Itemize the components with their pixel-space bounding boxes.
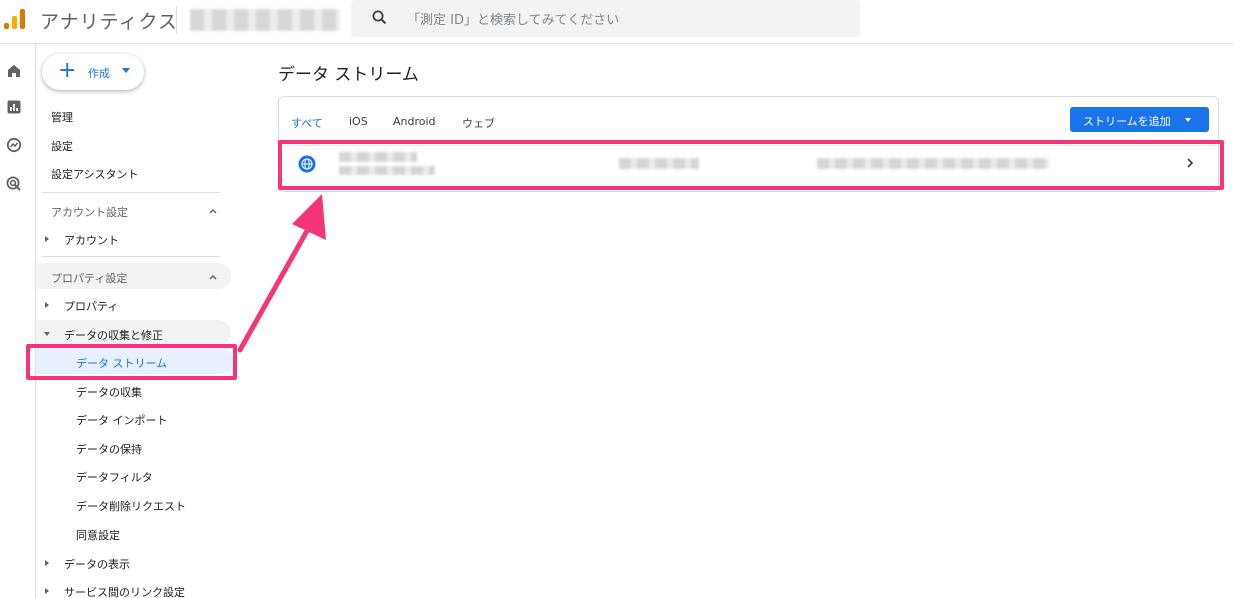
section-property-settings[interactable]: プロパティ設定 <box>51 270 127 286</box>
tab-web[interactable]: ウェブ <box>462 115 495 131</box>
page-title: データ ストリーム <box>278 65 419 85</box>
sidebar: + 作成 管理 設定 設定アシスタント アカウント設定 アカウント プロパティ設… <box>36 44 246 598</box>
sidebar-item-data-deletion[interactable]: データ削除リクエスト <box>76 498 186 514</box>
search-bar[interactable]: 「測定 ID」と検索してみてください <box>351 0 860 37</box>
home-icon[interactable] <box>5 62 23 80</box>
caret-down-icon <box>1185 118 1191 122</box>
tab-ios[interactable]: iOS <box>349 115 368 128</box>
sidebar-item-data-collection[interactable]: データの収集と修正 <box>64 327 163 343</box>
stream-row-highlight <box>278 140 1224 190</box>
sidebar-item-data-import[interactable]: データ インポート <box>76 412 168 428</box>
sidebar-item-settings[interactable]: 設定 <box>51 138 73 154</box>
add-stream-button[interactable]: ストリームを追加 <box>1070 107 1209 132</box>
expand-right-icon <box>45 588 49 594</box>
advertising-icon[interactable] <box>5 175 23 193</box>
create-label: 作成 <box>88 67 110 80</box>
sidebar-item-service-links[interactable]: サービス間のリンク設定 <box>64 584 185 598</box>
search-placeholder: 「測定 ID」と検索してみてください <box>407 13 620 28</box>
sidebar-item-property[interactable]: プロパティ <box>64 298 118 314</box>
sidebar-item-data-display[interactable]: データの表示 <box>64 556 130 572</box>
sidebar-item-data-retention[interactable]: データの保持 <box>76 441 142 457</box>
account-selector[interactable] <box>190 9 340 31</box>
section-divider <box>42 256 220 257</box>
explore-icon[interactable] <box>5 136 23 154</box>
tab-android[interactable]: Android <box>393 115 436 128</box>
plus-icon: + <box>58 58 77 83</box>
add-stream-label: ストリームを追加 <box>1083 115 1171 128</box>
sidebar-item-consent-settings[interactable]: 同意設定 <box>76 527 120 543</box>
data-streams-highlight <box>26 344 237 380</box>
section-divider <box>42 192 220 193</box>
title-divider <box>176 6 177 34</box>
sidebar-item-data-collection-settings[interactable]: データの収集 <box>76 384 142 400</box>
section-account-settings[interactable]: アカウント設定 <box>51 204 128 220</box>
expand-right-icon <box>45 560 49 566</box>
caret-down-icon <box>122 68 130 73</box>
nav-rail <box>0 44 36 598</box>
expand-right-icon <box>45 236 49 242</box>
sidebar-item-admin[interactable]: 管理 <box>51 109 73 125</box>
expand-down-icon <box>44 332 50 336</box>
chevron-up-icon[interactable] <box>208 272 218 282</box>
tab-all[interactable]: すべて <box>291 115 323 131</box>
sidebar-item-data-filters[interactable]: データフィルタ <box>76 469 153 485</box>
analytics-logo-icon[interactable] <box>4 8 26 30</box>
top-bar: アナリティクス 「測定 ID」と検索してみてください <box>0 0 1233 44</box>
sidebar-item-account[interactable]: アカウント <box>64 232 119 248</box>
search-icon <box>372 10 387 25</box>
chevron-up-icon[interactable] <box>208 206 218 216</box>
create-button[interactable]: + 作成 <box>42 54 144 90</box>
app-title: アナリティクス <box>40 11 178 33</box>
annotation-arrow-icon <box>237 194 326 353</box>
reports-icon[interactable] <box>5 98 23 116</box>
expand-right-icon <box>45 302 49 308</box>
sidebar-item-setup-assistant[interactable]: 設定アシスタント <box>51 166 139 182</box>
